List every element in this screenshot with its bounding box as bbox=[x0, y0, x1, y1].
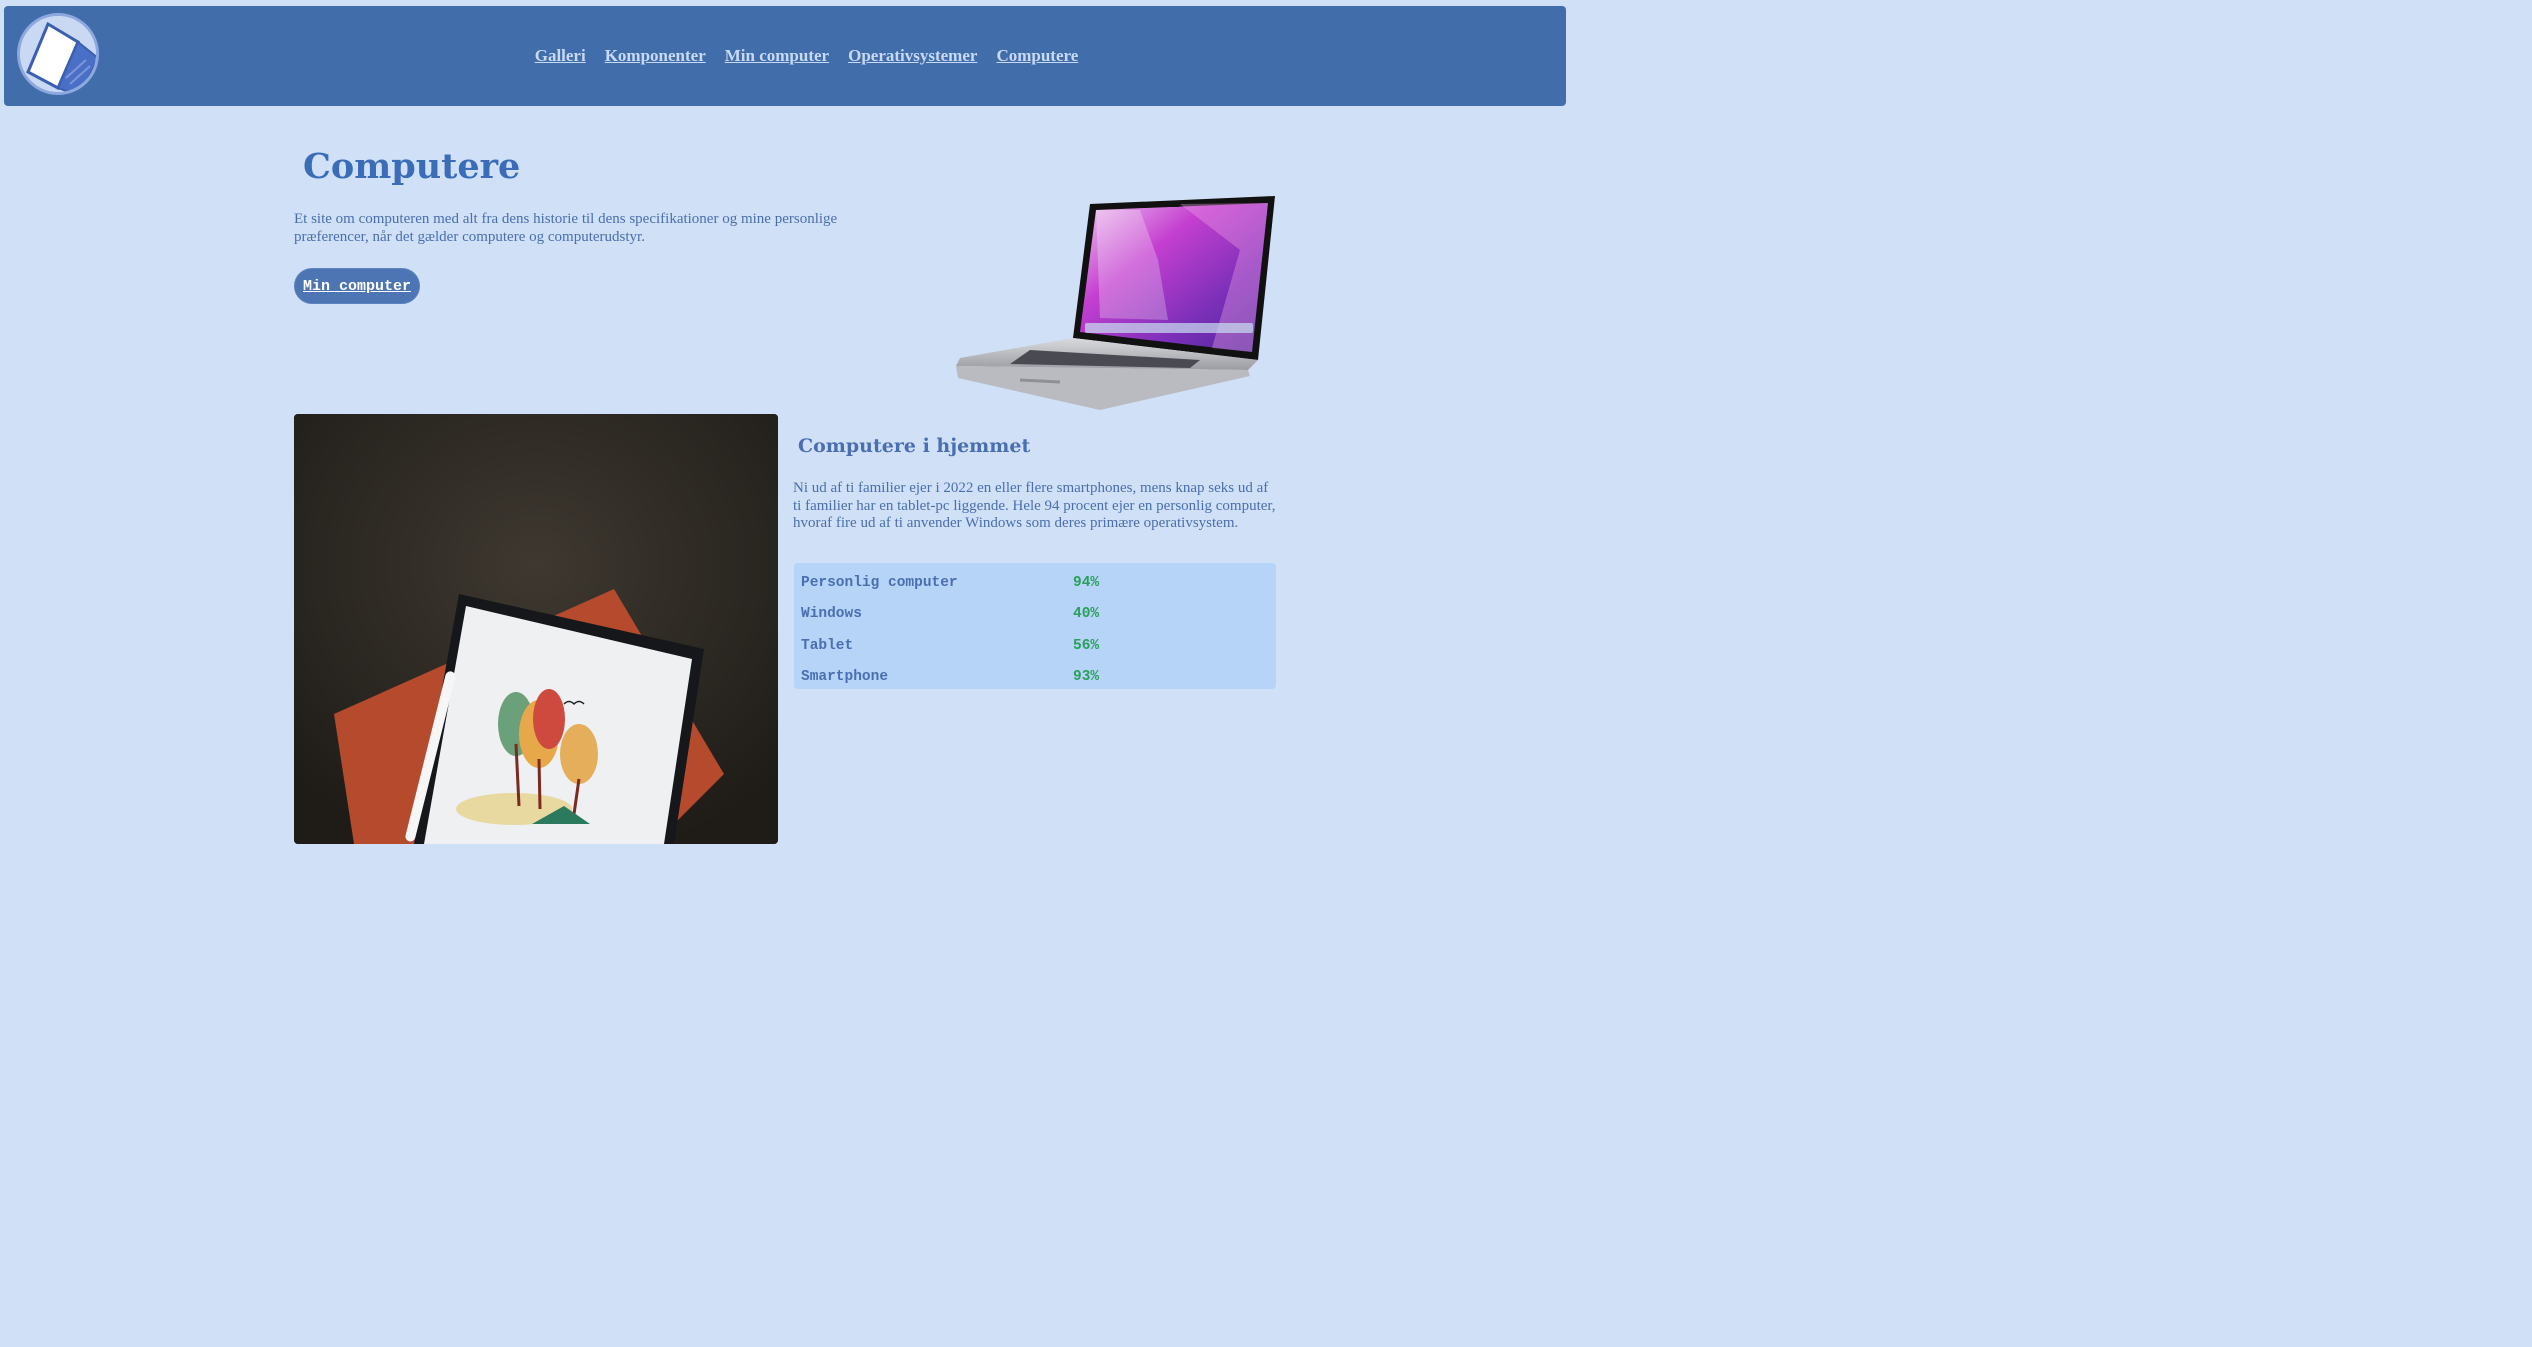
laptop-image bbox=[950, 190, 1280, 415]
stats-label: Personlig computer bbox=[801, 574, 958, 591]
stats-value: 56% bbox=[1073, 637, 1100, 654]
main-nav: Galleri Komponenter Min computer Operati… bbox=[4, 46, 1566, 66]
nav-link-computere[interactable]: Computere bbox=[996, 46, 1078, 66]
stats-row: Tablet 56% bbox=[794, 630, 1276, 662]
nav-link-komponenter[interactable]: Komponenter bbox=[605, 46, 706, 66]
stats-label: Tablet bbox=[801, 637, 854, 654]
stats-value: 40% bbox=[1073, 606, 1100, 623]
nav-link-operativsystemer[interactable]: Operativsystemer bbox=[848, 46, 977, 66]
nav-link-galleri[interactable]: Galleri bbox=[535, 46, 586, 66]
page-title: Computere bbox=[303, 146, 521, 187]
min-computer-button[interactable]: Min computer bbox=[294, 268, 420, 304]
stats-value: 94% bbox=[1073, 574, 1100, 591]
stats-row: Personlig computer 94% bbox=[794, 567, 1276, 599]
top-navbar: Galleri Komponenter Min computer Operati… bbox=[4, 6, 1566, 106]
stats-label: Windows bbox=[801, 606, 862, 623]
stats-row: Smartphone 93% bbox=[794, 662, 1276, 694]
nav-link-min-computer[interactable]: Min computer bbox=[725, 46, 829, 66]
stats-value: 93% bbox=[1073, 669, 1100, 686]
intro-text: Et site om computeren med alt fra dens h… bbox=[294, 211, 838, 245]
section-heading: Computere i hjemmet bbox=[798, 435, 1031, 457]
stats-label: Smartphone bbox=[801, 669, 889, 686]
stats-row: Windows 40% bbox=[794, 599, 1276, 631]
tablet-photo bbox=[294, 414, 778, 844]
section-text: Ni ud af ti familier ejer i 2022 en elle… bbox=[793, 480, 1276, 531]
stats-table: Personlig computer 94% Windows 40% Table… bbox=[794, 563, 1276, 689]
